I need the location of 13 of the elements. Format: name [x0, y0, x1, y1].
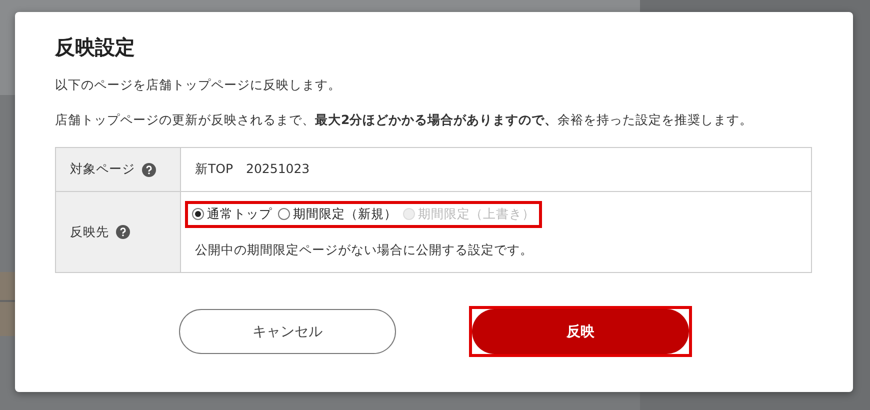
apply-button[interactable]: 反映 — [472, 309, 689, 354]
cancel-button[interactable]: キャンセル — [179, 309, 396, 354]
help-icon[interactable] — [116, 225, 130, 239]
help-icon[interactable] — [142, 162, 156, 176]
notice: 店舗トップページの更新が反映されるまで、最大2分ほどかかる場合がありますので、余裕を持った設定を推奨します。 — [55, 112, 754, 129]
row-label: 反映先 — [70, 224, 109, 240]
page-name: 新TOP 20251023 — [195, 161, 310, 176]
radio-option[interactable]: 通常トップ — [192, 206, 272, 223]
radio-option[interactable]: 期間限定（新規） — [278, 206, 397, 223]
help-text: 公開中の期間限定ページがない場合に公開する設定です。 — [195, 242, 534, 259]
dialog-title: 反映設定 — [55, 34, 136, 61]
row-label: 対象ページ — [70, 161, 135, 178]
description: 以下のページを店舗トップページに反映します。 — [55, 77, 342, 94]
